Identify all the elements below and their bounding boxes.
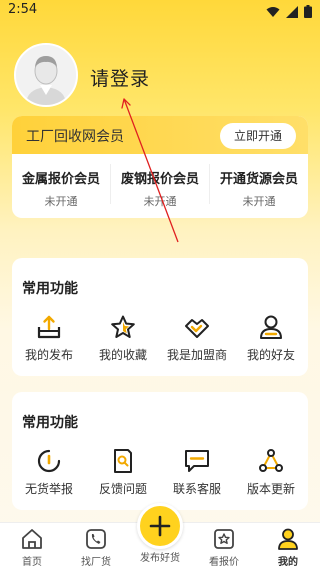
avatar[interactable] <box>14 43 78 107</box>
tier-steel-price[interactable]: 废钢报价会员 未开通 <box>111 156 209 216</box>
tab-label: 看报价 <box>209 557 239 568</box>
tier-status: 未开通 <box>44 195 78 208</box>
open-membership-button[interactable]: 立即开通 <box>220 123 296 149</box>
signal-icon <box>286 5 298 18</box>
feedback-icon <box>114 449 132 473</box>
home-icon <box>22 529 42 549</box>
phone-icon <box>86 529 106 549</box>
fn-label: 版本更新 <box>246 482 295 496</box>
panel-title: 常用功能 <box>22 281 78 297</box>
tier-source[interactable]: 开通货源会员 未开通 <box>210 156 308 216</box>
battery-icon <box>304 5 312 18</box>
my-posts-button[interactable]: 我的发布 <box>12 314 86 363</box>
wifi-icon <box>266 6 280 17</box>
fn-label: 我的发布 <box>24 348 73 362</box>
my-friends-button[interactable]: 我的好友 <box>234 314 308 363</box>
fn-label: 我的收藏 <box>98 348 147 362</box>
update-icon <box>259 449 283 472</box>
fn-label: 我是加盟商 <box>166 348 227 362</box>
customer-service-button[interactable]: 联系客服 <box>160 448 234 497</box>
tier-metal-price[interactable]: 金属报价会员 未开通 <box>12 156 110 216</box>
publish-button[interactable] <box>137 503 183 549</box>
status-bar: 2:54 <box>0 0 320 24</box>
fn-label: 联系客服 <box>172 482 221 496</box>
default-avatar-icon <box>16 45 76 105</box>
common-functions-panel-2: 常用功能 无货举报 反馈问题 联系客服 版本更新 <box>12 392 308 510</box>
upload-tray-icon <box>37 315 61 339</box>
member-card-header: 工厂回收网会员 立即开通 <box>12 116 308 154</box>
tab-quotes[interactable]: 看报价 <box>192 527 256 568</box>
tab-label: 我的 <box>278 557 298 568</box>
common-functions-panel-1: 常用功能 我的发布 我的收藏 我是加盟商 我的好友 <box>12 258 308 376</box>
status-icons <box>266 5 312 18</box>
handshake-icon <box>185 319 209 338</box>
tab-label: 首页 <box>22 557 42 568</box>
status-time: 2:54 <box>8 2 38 17</box>
star-icon <box>111 315 135 338</box>
fn-label: 我的好友 <box>246 348 295 362</box>
person-icon <box>260 315 282 339</box>
tier-status: 未开通 <box>242 195 276 208</box>
member-title: 工厂回收网会员 <box>26 129 124 145</box>
plus-icon <box>149 515 171 537</box>
tier-status: 未开通 <box>143 195 177 208</box>
login-link[interactable]: 请登录 <box>90 64 150 91</box>
tier-name: 开通货源会员 <box>219 172 298 187</box>
fn-label: 无货举报 <box>24 482 73 496</box>
fn-label: 反馈问题 <box>98 482 147 496</box>
report-button[interactable]: 无货举报 <box>12 448 86 497</box>
message-icon <box>185 450 209 472</box>
version-update-button[interactable]: 版本更新 <box>234 448 308 497</box>
tier-name: 金属报价会员 <box>21 172 100 187</box>
tab-label: 找厂货 <box>81 557 111 568</box>
tab-find-goods[interactable]: 找厂货 <box>64 527 128 568</box>
star-box-icon <box>214 529 234 549</box>
user-icon <box>278 528 298 550</box>
member-card: 工厂回收网会员 立即开通 金属报价会员 未开通 废钢报价会员 未开通 开通货源会… <box>12 116 308 218</box>
tab-home[interactable]: 首页 <box>0 527 64 568</box>
publish-label: 发布好货 <box>140 553 180 564</box>
report-icon <box>37 449 61 473</box>
tab-mine[interactable]: 我的 <box>256 527 320 568</box>
panel-title: 常用功能 <box>22 415 78 431</box>
tier-name: 废钢报价会员 <box>120 172 199 187</box>
feedback-button[interactable]: 反馈问题 <box>86 448 160 497</box>
franchisee-button[interactable]: 我是加盟商 <box>160 314 234 363</box>
my-favorites-button[interactable]: 我的收藏 <box>86 314 160 363</box>
